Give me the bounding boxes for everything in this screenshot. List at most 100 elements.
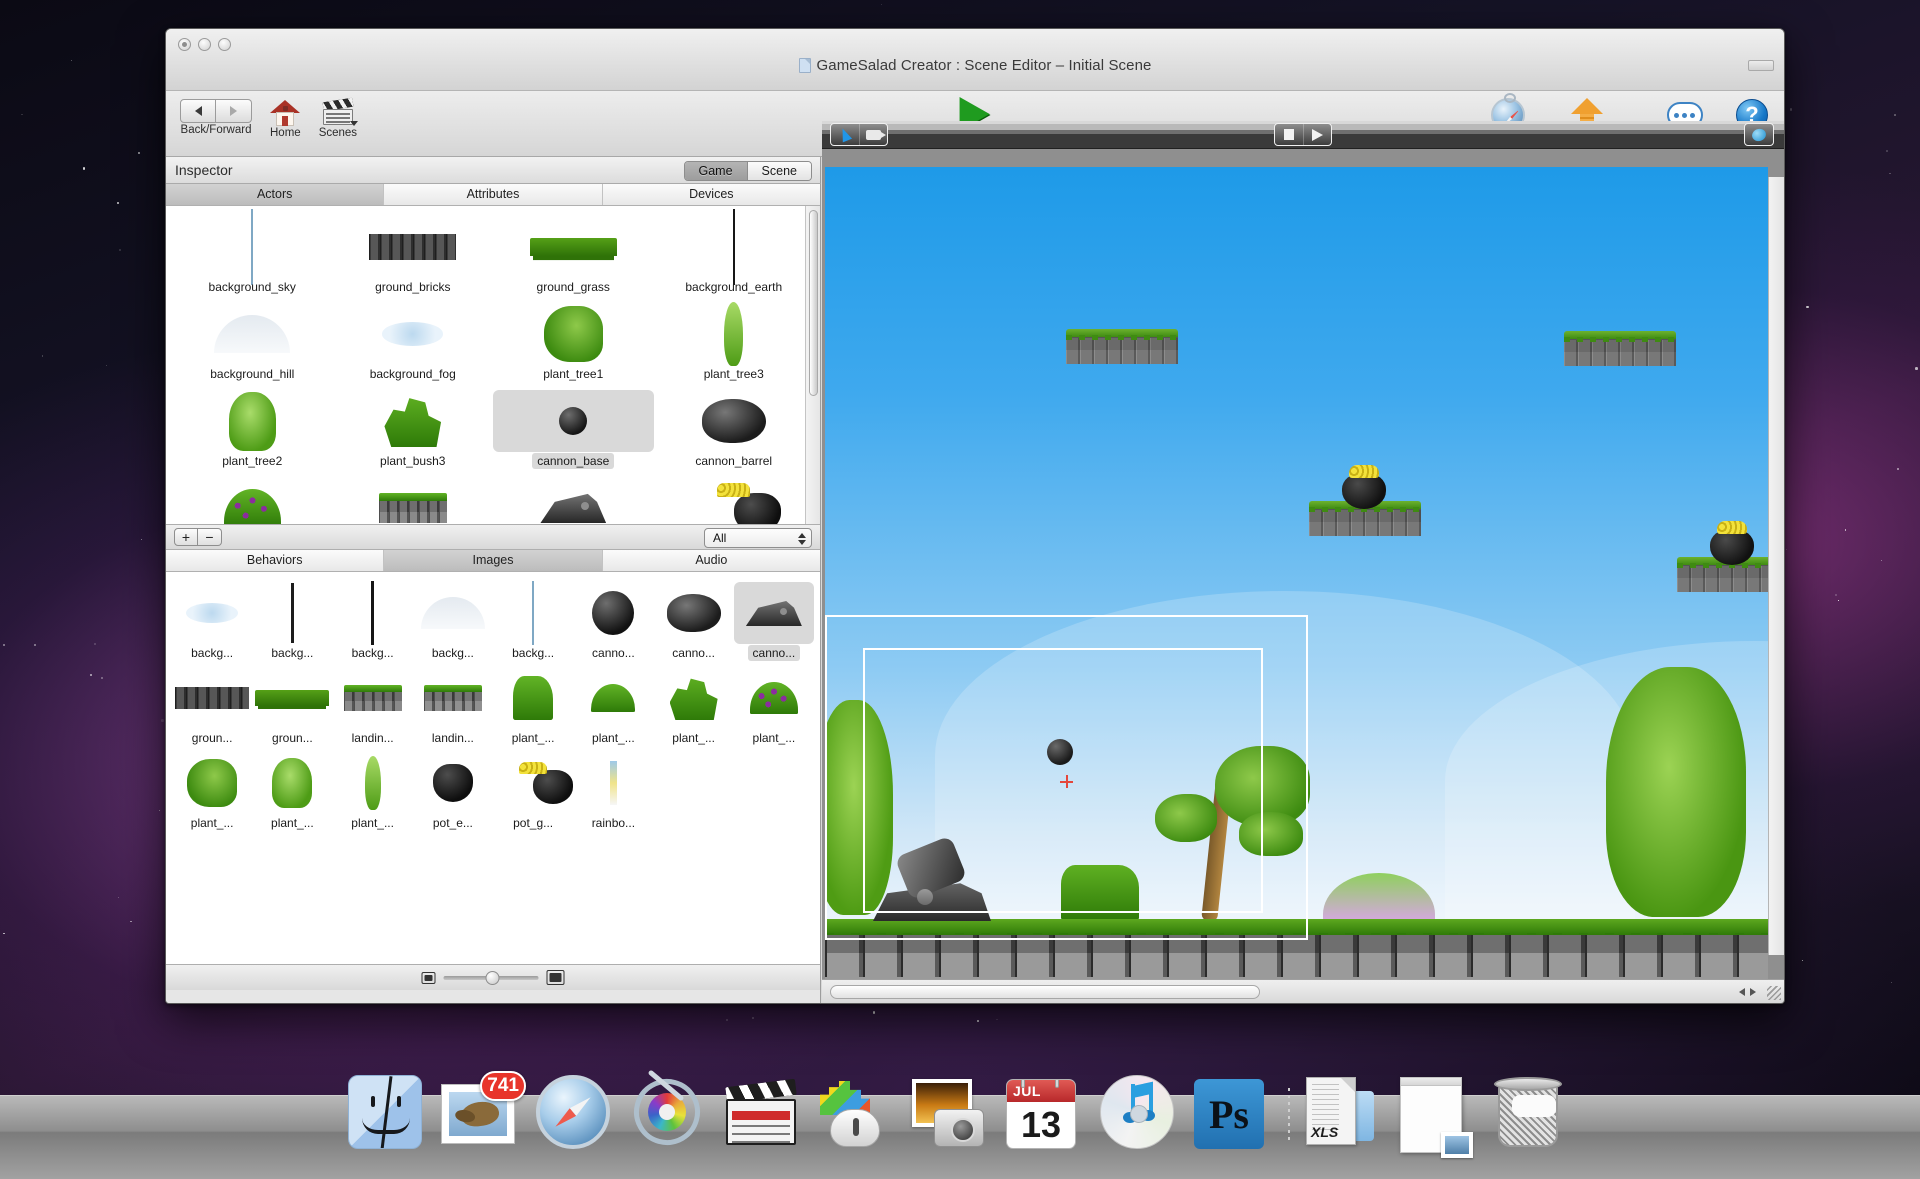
library-item[interactable]: landin... — [333, 667, 413, 747]
scenes-button[interactable]: Scenes — [319, 100, 357, 139]
camera-bounds-rectangle[interactable] — [825, 615, 1308, 940]
library-item[interactable]: plant_... — [172, 752, 252, 832]
library-item[interactable]: groun... — [252, 667, 332, 747]
pot-of-gold-actor[interactable] — [1709, 521, 1755, 565]
library-item[interactable]: backg... — [172, 582, 252, 662]
dock-item-photoshop[interactable]: Ps — [1194, 1075, 1272, 1153]
tab-behaviors[interactable]: Behaviors — [166, 550, 384, 571]
library-item[interactable]: canno... — [654, 582, 734, 662]
game-scene-segmented-control[interactable]: Game Scene — [684, 161, 813, 181]
zoom-button[interactable] — [218, 38, 231, 51]
minimize-button[interactable] — [198, 38, 211, 51]
scene-horizontal-scrollbar[interactable] — [822, 979, 1784, 1003]
scene-canvas-wrapper[interactable] — [822, 149, 1784, 979]
actor-item[interactable]: ground_bricks — [333, 216, 494, 296]
actor-item[interactable]: landing_2 — [493, 477, 654, 524]
actors-grid-pane[interactable]: background_sky ground_bricks ground_gras… — [166, 206, 820, 524]
dock-item-iphoto[interactable] — [912, 1075, 990, 1153]
scene-tool-group[interactable] — [830, 123, 888, 146]
actor-item[interactable]: plant_tree2 — [172, 390, 333, 470]
library-item[interactable]: pot_g... — [493, 752, 573, 832]
dock-item-itunes[interactable] — [1100, 1075, 1178, 1153]
slider-knob[interactable] — [485, 971, 499, 985]
library-item[interactable]: backg... — [493, 582, 573, 662]
thumbnail-size-slider[interactable] — [422, 970, 565, 985]
toolbar-toggle-button[interactable] — [1748, 60, 1774, 71]
library-tabbar[interactable]: Behaviors Images Audio — [166, 550, 820, 572]
actor-item[interactable]: plant_bush3 — [333, 390, 494, 470]
library-item[interactable]: backg... — [333, 582, 413, 662]
tab-audio[interactable]: Audio — [603, 550, 820, 571]
library-item[interactable]: pot_e... — [413, 752, 493, 832]
library-item[interactable]: canno... — [734, 582, 814, 662]
actor-item[interactable]: background_fog — [333, 303, 494, 383]
close-button[interactable] — [178, 38, 191, 51]
library-item[interactable]: landin... — [413, 667, 493, 747]
actor-item[interactable]: background_hill — [172, 303, 333, 383]
scene-scroll-arrows[interactable] — [1739, 988, 1756, 996]
library-item[interactable]: rainbo... — [573, 752, 653, 832]
slider-track[interactable] — [444, 976, 539, 980]
library-item[interactable]: backg... — [413, 582, 493, 662]
dock-item-finder[interactable] — [348, 1075, 426, 1153]
tab-actors[interactable]: Actors — [166, 184, 384, 205]
dock-item-mail[interactable]: 741 — [442, 1075, 520, 1153]
landing-platform[interactable] — [1066, 329, 1178, 364]
actor-item[interactable]: landing_1 — [333, 477, 494, 524]
pot-of-gold-actor[interactable] — [1341, 465, 1387, 509]
actor-item[interactable]: cannon_base — [493, 390, 654, 470]
library-item[interactable]: plant_... — [493, 667, 573, 747]
library-item[interactable]: backg... — [252, 582, 332, 662]
scene-reset-group[interactable] — [1744, 123, 1774, 146]
library-item[interactable]: canno... — [573, 582, 653, 662]
actor-item[interactable]: background_sky — [172, 216, 333, 296]
dock-item-calendar[interactable]: JUL 13 — [1006, 1075, 1084, 1153]
dock-item-documents-stack[interactable]: XLS — [1306, 1075, 1384, 1153]
camera-tool[interactable] — [859, 124, 887, 145]
dock-item-quicktime[interactable] — [630, 1075, 708, 1153]
actor-item[interactable]: background_earth — [654, 216, 815, 296]
segment-scene[interactable]: Scene — [747, 162, 811, 180]
scroll-left-icon[interactable] — [1739, 988, 1745, 996]
actor-item[interactable]: plant_tree3 — [654, 303, 815, 383]
actors-scroll-thumb[interactable] — [809, 210, 818, 396]
scene-vertical-scrollbar[interactable] — [1768, 177, 1784, 955]
actor-item[interactable]: ground_grass — [493, 216, 654, 296]
dock-item-blank-document[interactable] — [1400, 1075, 1478, 1153]
dock-item-safari[interactable] — [536, 1075, 614, 1153]
plant-tree3-right[interactable] — [1606, 667, 1746, 917]
back-forward-control[interactable]: Back/Forward — [180, 99, 252, 136]
dock-item-idvd[interactable] — [818, 1075, 896, 1153]
scene-hscroll-thumb[interactable] — [830, 985, 1260, 999]
library-filter-select[interactable]: All — [704, 528, 812, 548]
home-button[interactable]: Home — [270, 100, 301, 139]
scene-transport-group[interactable] — [1274, 123, 1332, 146]
library-grid-pane[interactable]: backg... backg... backg... backg... back… — [166, 572, 820, 964]
reset-scene-button[interactable] — [1745, 124, 1773, 145]
tab-devices[interactable]: Devices — [603, 184, 820, 205]
remove-actor-button[interactable]: − — [198, 528, 222, 546]
actors-grid[interactable]: background_sky ground_bricks ground_gras… — [166, 206, 820, 524]
scroll-right-icon[interactable] — [1750, 988, 1756, 996]
actor-item[interactable]: pot_gold — [654, 477, 815, 524]
library-item[interactable]: plant_... — [252, 752, 332, 832]
window-resize-grip[interactable] — [1767, 986, 1781, 1000]
pointer-tool[interactable] — [831, 124, 859, 145]
actor-item[interactable]: plant_tree1 — [493, 303, 654, 383]
dock-item-final-cut[interactable] — [724, 1075, 802, 1153]
window-controls[interactable] — [178, 38, 231, 51]
segment-game[interactable]: Game — [685, 162, 747, 180]
library-item[interactable]: plant_... — [654, 667, 734, 747]
library-item[interactable]: plant_... — [573, 667, 653, 747]
scene-canvas[interactable] — [825, 167, 1768, 979]
actors-scrollbar[interactable] — [805, 206, 820, 524]
add-actor-button[interactable]: + — [174, 528, 198, 546]
library-grid[interactable]: backg... backg... backg... backg... back… — [166, 572, 820, 832]
tab-attributes[interactable]: Attributes — [384, 184, 602, 205]
landing-platform[interactable] — [1564, 331, 1676, 366]
actor-item[interactable]: plant_bush4 — [172, 477, 333, 524]
stop-button[interactable] — [1275, 124, 1303, 145]
library-item[interactable]: plant_... — [734, 667, 814, 747]
dock-items[interactable]: 741 JUL 13 Ps XLS — [348, 1075, 1572, 1153]
tab-images[interactable]: Images — [384, 550, 602, 571]
